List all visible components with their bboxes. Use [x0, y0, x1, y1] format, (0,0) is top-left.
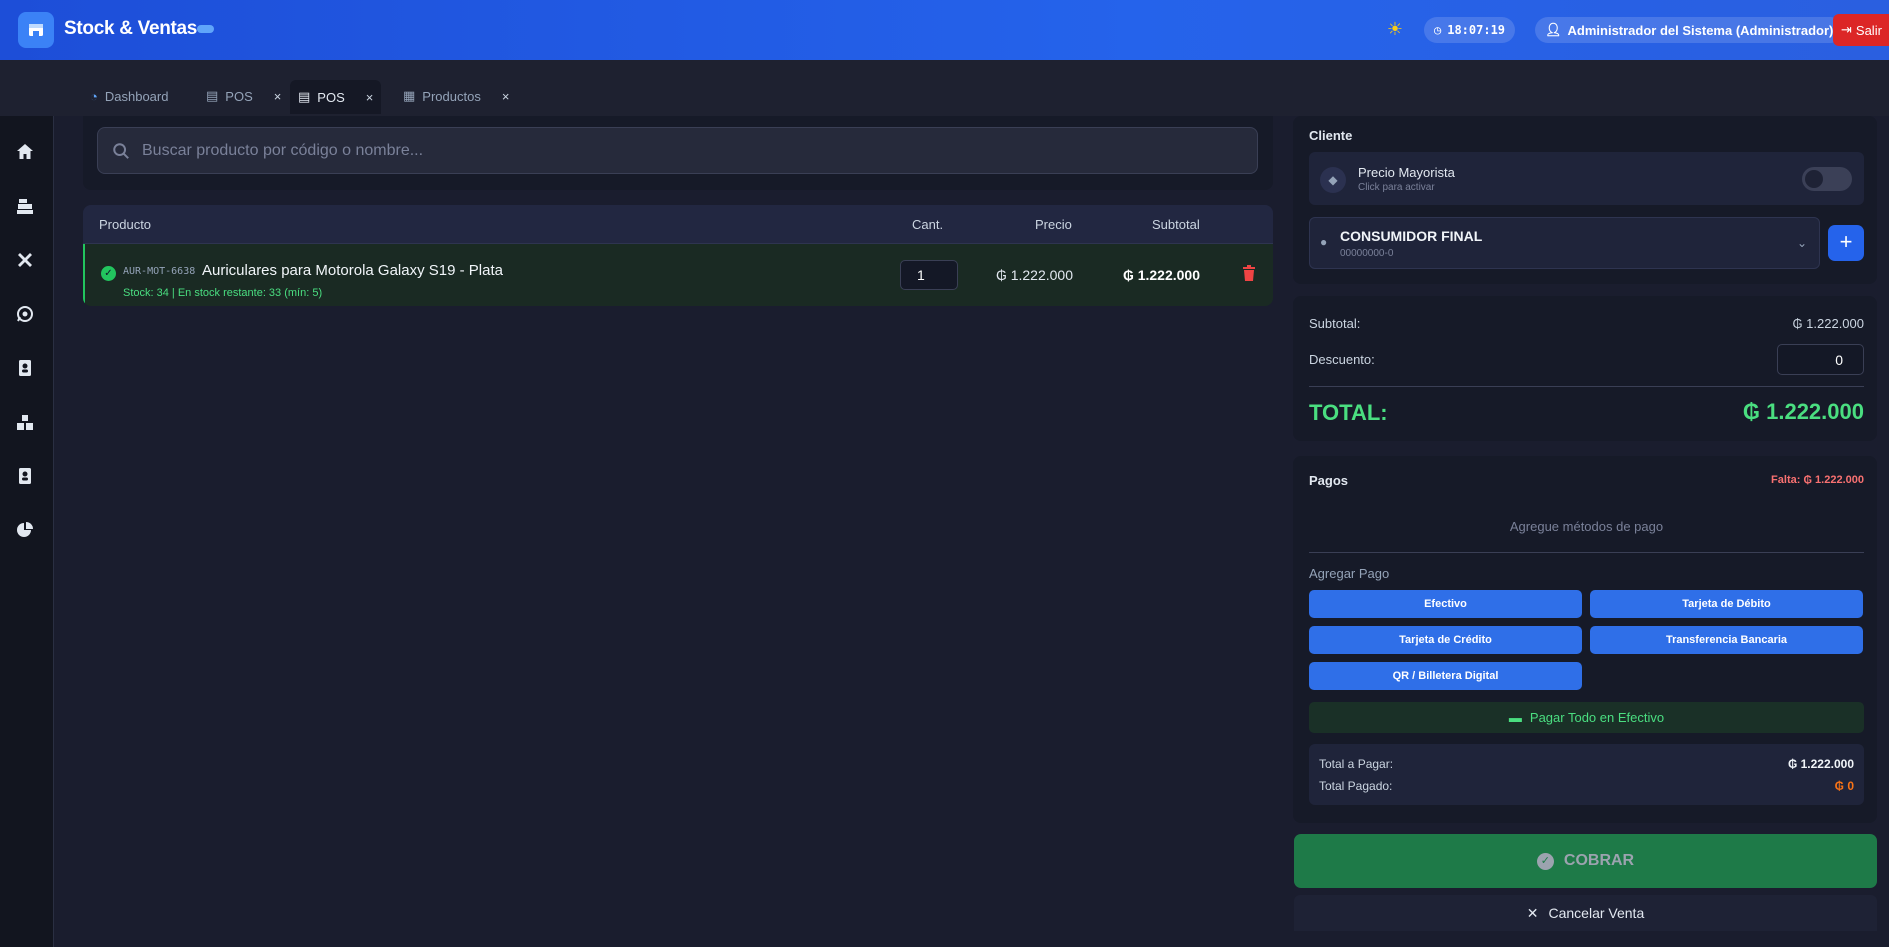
tabs-bar: ◔ Dashboard ▤ POS × ▤ POS × ▦ Productos …: [0, 60, 1889, 116]
client-name: CONSUMIDOR FINAL: [1340, 228, 1483, 244]
tab-label: POS: [317, 89, 345, 105]
money-bill-icon: ▬: [1508, 710, 1522, 725]
contacts-icon[interactable]: [15, 358, 37, 380]
user-menu[interactable]: 👤︎ Administrador del Sistema (Administra…: [1535, 17, 1844, 43]
check-circle-icon: ✓: [1536, 852, 1554, 870]
cart-table: Producto Cant. Precio Subtotal ✓ AUR-MOT…: [83, 205, 1273, 306]
divider: [1309, 552, 1864, 553]
sidebar: [0, 116, 54, 947]
total-paid-value: ₲ 0: [1834, 779, 1854, 793]
theme-toggle-sun-icon[interactable]: ☀: [1384, 18, 1406, 40]
add-client-button[interactable]: +: [1828, 225, 1864, 261]
search-input[interactable]: [142, 141, 1242, 160]
tab-close-icon[interactable]: ×: [366, 90, 374, 105]
subtotal-value: ₲ 1.222.000: [1792, 316, 1864, 331]
quantity-input[interactable]: [900, 260, 958, 290]
add-payment-label: Agregar Pago: [1309, 566, 1390, 581]
client-document: 00000000-0: [1340, 248, 1394, 259]
in-stock-check-icon: ✓: [101, 266, 116, 281]
row-subtotal: ₲ 1.222.000: [1122, 267, 1200, 283]
tab-label: Dashboard: [104, 88, 169, 104]
payments-empty-text: Agregue métodos de pago: [1509, 519, 1664, 534]
divider: [1309, 386, 1864, 387]
tab-pos-2[interactable]: ▤ POS ×: [290, 80, 382, 114]
cancel-sale-button[interactable]: ✕ Cancelar Venta: [1294, 895, 1877, 931]
reports-pie-icon[interactable]: [15, 520, 37, 542]
tab-pos-1[interactable]: ▤ POS ×: [198, 82, 289, 110]
total-value: ₲ 1.222.000: [1742, 399, 1864, 424]
app-title: Stock & Ventas: [64, 18, 198, 39]
pay-all-cash-button[interactable]: ▬ Pagar Todo en Efectivo: [1309, 702, 1864, 733]
user-icon: 👤︎: [1545, 22, 1562, 37]
table-header: Producto Cant. Precio Subtotal: [83, 205, 1273, 244]
table-row: ✓ AUR-MOT-6638 Auriculares para Motorola…: [83, 244, 1273, 306]
cancel-label: Cancelar Venta: [1548, 905, 1645, 921]
search-field[interactable]: [97, 127, 1258, 174]
pay-qr-wallet-button[interactable]: QR / Billetera Digital: [1309, 662, 1582, 690]
product-sku: AUR-MOT-6638: [123, 266, 196, 277]
inventory-icon[interactable]: [15, 412, 37, 434]
pay-cash-button[interactable]: Efectivo: [1309, 590, 1582, 618]
wholesale-title: Precio Mayorista: [1358, 165, 1455, 180]
total-to-pay-label: Total a Pagar:: [1319, 757, 1394, 771]
whatsapp-icon[interactable]: [15, 304, 37, 326]
cash-register-icon[interactable]: [15, 196, 37, 218]
search-icon: [113, 142, 129, 159]
col-subtotal: Subtotal: [1152, 217, 1200, 232]
clock-time: 18:07:19: [1447, 23, 1506, 37]
trash-icon[interactable]: [1242, 265, 1256, 281]
title-badge: [197, 25, 214, 33]
payments-title: Pagos: [1309, 473, 1349, 488]
user-name: Administrador del Sistema (Administrador…: [1567, 22, 1834, 38]
total-label: TOTAL:: [1309, 400, 1388, 425]
box-icon: ▦: [403, 88, 416, 103]
user-icon: ●: [1320, 235, 1328, 249]
sign-out-icon: ⇥: [1841, 22, 1852, 37]
address-book-icon[interactable]: [15, 466, 37, 488]
client-title: Cliente: [1309, 128, 1353, 143]
total-to-pay-value: ₲ 1.222.000: [1787, 757, 1854, 771]
top-bar: Stock & Ventas ☀ ◷ 18:07:19 👤︎ Administr…: [0, 0, 1889, 60]
dashboard-icon: ◔: [90, 88, 98, 104]
register-icon: ▤: [298, 89, 311, 104]
register-icon: ▤: [206, 88, 219, 103]
total-paid-label: Total Pagado:: [1319, 779, 1393, 793]
wholesale-toggle[interactable]: [1802, 167, 1852, 191]
col-qty: Cant.: [912, 217, 944, 232]
tab-dashboard[interactable]: ◔ Dashboard: [82, 82, 176, 110]
logout-label: Salir: [1855, 22, 1882, 38]
close-icon: ✕: [1526, 904, 1539, 921]
pay-all-label: Pagar Todo en Efectivo: [1529, 710, 1665, 725]
col-product: Producto: [99, 217, 152, 232]
store-logo-icon: [18, 12, 54, 48]
col-price: Precio: [1035, 217, 1072, 232]
wholesale-subtitle: Click para activar: [1358, 182, 1435, 193]
pay-credit-card-button[interactable]: Tarjeta de Crédito: [1309, 626, 1582, 654]
clock-display: ◷ 18:07:19: [1424, 17, 1516, 43]
stock-info: Stock: 34 | En stock restante: 33 (mín: …: [123, 287, 323, 299]
discount-input[interactable]: [1777, 344, 1864, 375]
unit-price: ₲ 1.222.000: [995, 267, 1073, 283]
tab-close-icon[interactable]: ×: [274, 89, 282, 104]
tags-icon: ◆: [1320, 167, 1346, 193]
pay-debit-card-button[interactable]: Tarjeta de Débito: [1590, 590, 1863, 618]
pay-bank-transfer-button[interactable]: Transferencia Bancaria: [1590, 626, 1863, 654]
tab-close-icon[interactable]: ×: [502, 89, 510, 104]
logout-button[interactable]: ⇥ Salir: [1833, 14, 1889, 46]
payment-summary: [1309, 744, 1864, 805]
tab-label: POS: [225, 88, 253, 104]
amount-missing: Falta: ₲ 1.222.000: [1771, 474, 1864, 486]
charge-button[interactable]: ✓ COBRAR: [1294, 834, 1877, 888]
tab-productos[interactable]: ▦ Productos ×: [395, 82, 517, 110]
charge-label: COBRAR: [1563, 852, 1635, 869]
subtotal-label: Subtotal:: [1309, 316, 1361, 331]
discount-label: Descuento:: [1309, 352, 1375, 367]
product-name: Auriculares para Motorola Galaxy S19 - P…: [202, 262, 503, 279]
tools-icon[interactable]: [15, 250, 37, 272]
tab-label: Productos: [422, 88, 481, 104]
home-icon[interactable]: [15, 142, 37, 164]
clock-icon: ◷: [1434, 23, 1442, 37]
chevron-down-icon: ⌄: [1797, 236, 1808, 250]
